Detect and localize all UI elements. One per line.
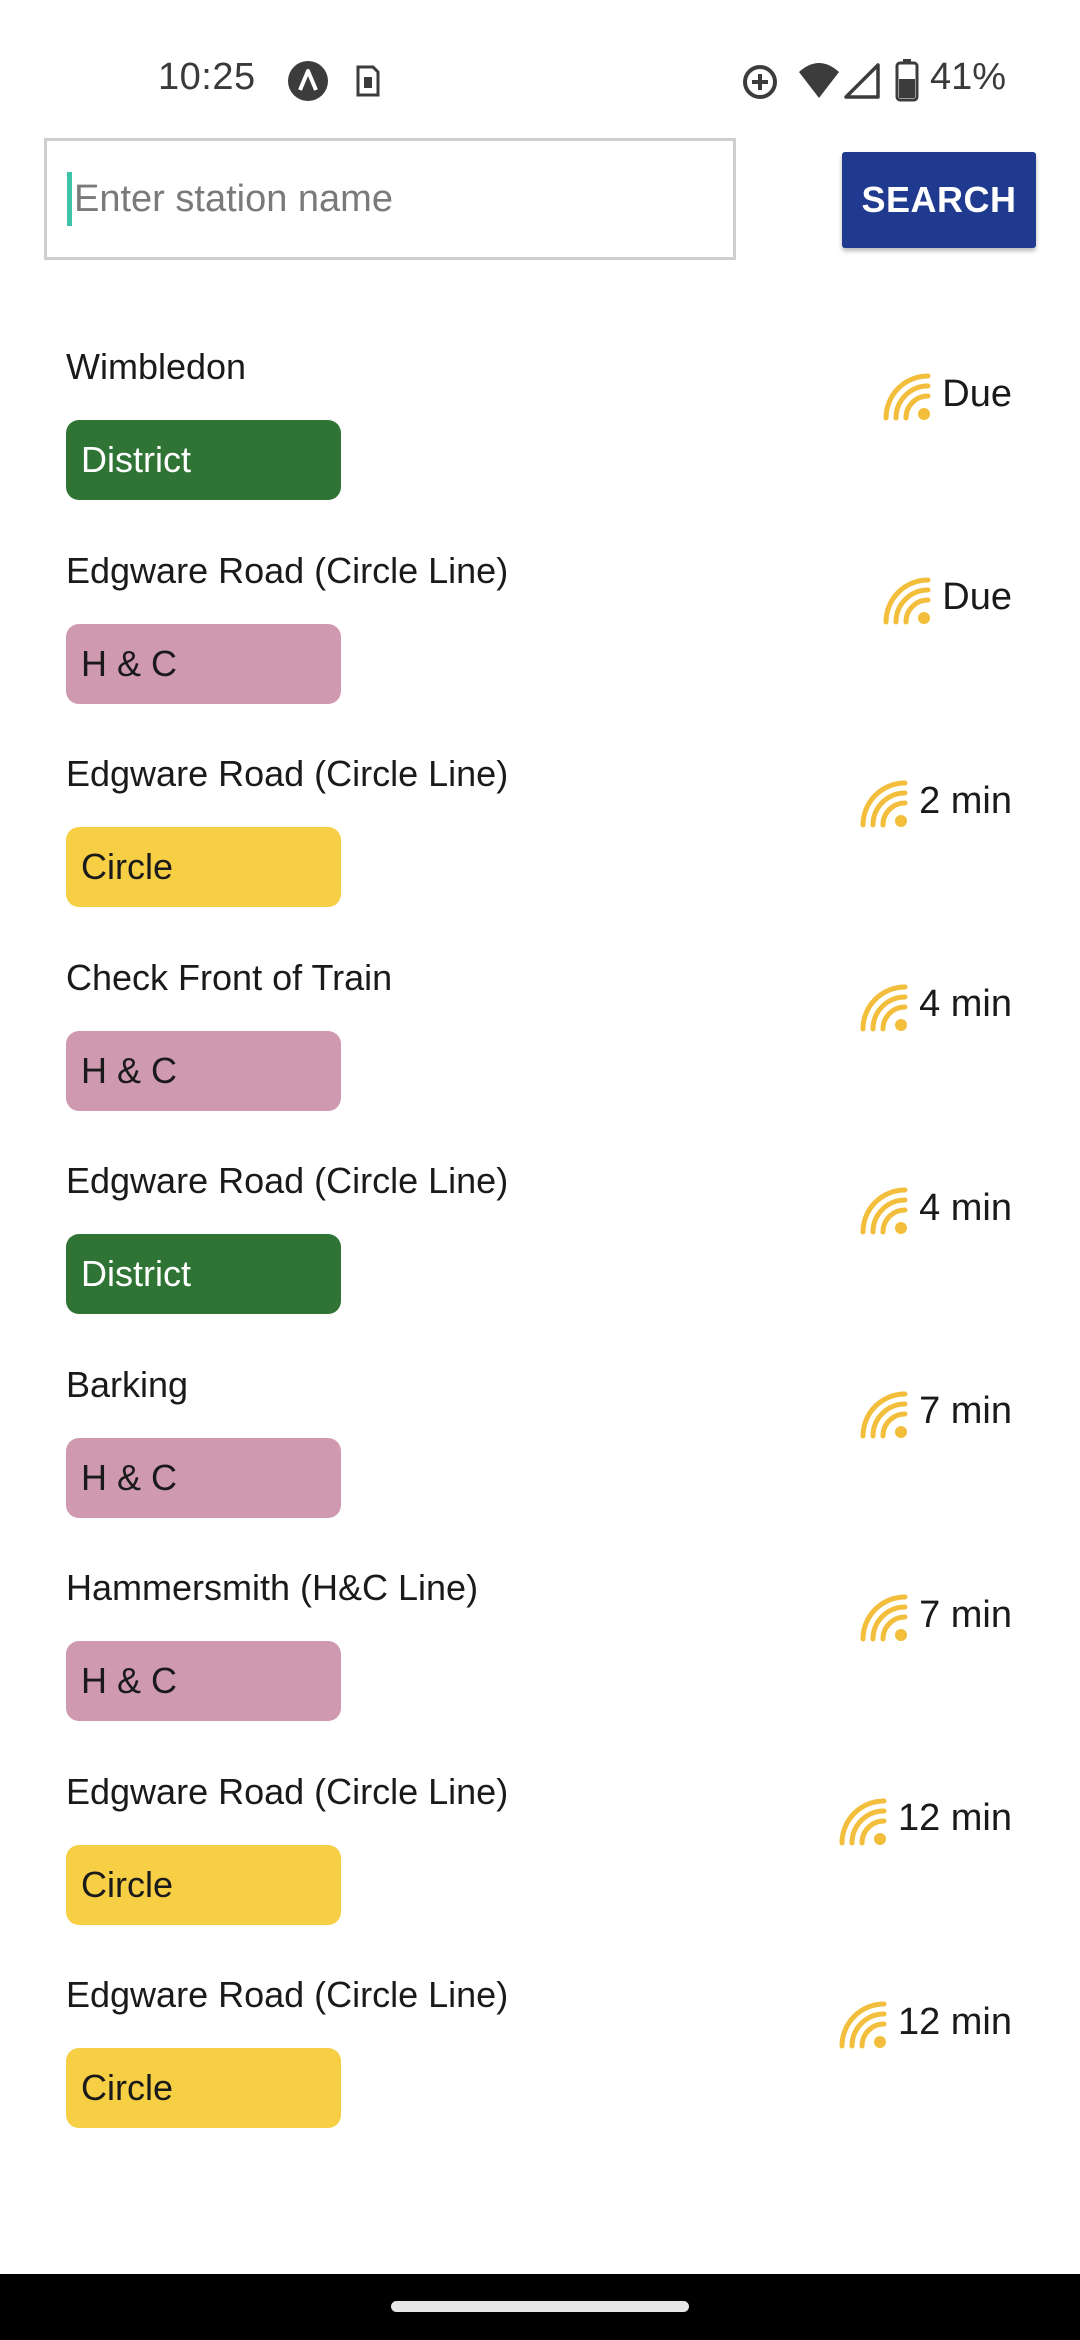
eta-text: 4 min [919, 983, 1012, 1025]
live-tracking-icon [836, 1791, 898, 1847]
line-badge: District [66, 1234, 341, 1314]
live-tracking-icon [880, 366, 942, 422]
wifi-icon [797, 60, 841, 105]
battery-percent: 41% [930, 56, 1007, 98]
eta-text: 7 min [919, 1390, 1012, 1432]
arrival-row[interactable]: Edgware Road (Circle Line) District 4 min [0, 1150, 1080, 1354]
line-badge: H & C [66, 1641, 341, 1721]
eta-text: 12 min [897, 1797, 1012, 1839]
navigation-bar [0, 2274, 1080, 2340]
cell-signal-icon [843, 62, 881, 105]
eta: 12 min [836, 1994, 1012, 2050]
search-placeholder: Enter station name [74, 177, 393, 220]
battery-icon [895, 58, 919, 107]
destination-name: Barking [66, 1363, 189, 1405]
text-cursor [67, 172, 72, 226]
arrival-row[interactable]: Wimbledon District Due [0, 336, 1080, 540]
eta-text: 12 min [897, 2000, 1012, 2043]
status-bar: 10:25 41% [0, 0, 1080, 130]
destination-name: Check Front of Train [66, 956, 393, 998]
destination-name: Edgware Road (Circle Line) [66, 1974, 509, 2015]
status-time: 10:25 [158, 56, 256, 98]
home-gesture-handle[interactable] [391, 2301, 689, 2312]
eta: Due [880, 570, 1012, 626]
destination-name: Edgware Road (Circle Line) [66, 753, 509, 794]
line-badge: District [66, 420, 341, 500]
arrival-row[interactable]: Hammersmith (H&C Line) H & C 7 min [0, 1557, 1080, 1761]
destination-name: Hammersmith (H&C Line) [66, 1567, 479, 1608]
line-badge: H & C [66, 1030, 341, 1111]
arrivals-list: Wimbledon District Due Edgware Road (Circle… [0, 336, 1080, 2168]
app-notification-icon [287, 60, 329, 107]
arrival-row[interactable]: Check Front of Train H & C 4 min [0, 947, 1080, 1151]
line-badge: Circle [66, 2048, 341, 2128]
line-badge: H & C [66, 623, 341, 704]
arrival-row[interactable]: Edgware Road (Circle Line) H & C Due [0, 540, 1080, 744]
eta: 4 min [857, 1180, 1012, 1236]
eta: 12 min [836, 1791, 1012, 1847]
station-search-input[interactable]: Enter station name [44, 138, 736, 260]
line-badge: Circle [66, 1844, 341, 1925]
live-tracking-icon [880, 570, 942, 626]
destination-name: Edgware Road (Circle Line) [66, 549, 509, 591]
eta: 7 min [857, 1384, 1012, 1440]
line-badge: Circle [66, 827, 341, 907]
eta-text: 4 min [919, 1186, 1012, 1229]
eta: Due [880, 366, 1012, 422]
destination-name: Wimbledon [66, 346, 247, 387]
eta-text: Due [942, 576, 1012, 618]
eta: 2 min [857, 773, 1012, 829]
live-tracking-icon [857, 1587, 919, 1643]
live-tracking-icon [857, 977, 919, 1033]
live-tracking-icon [857, 773, 919, 829]
arrival-row[interactable]: Edgware Road (Circle Line) Circle 2 min [0, 743, 1080, 947]
line-badge: H & C [66, 1437, 341, 1518]
eta: 4 min [857, 977, 1012, 1033]
eta: 7 min [857, 1587, 1012, 1643]
destination-name: Edgware Road (Circle Line) [66, 1770, 509, 1812]
arrival-row[interactable]: Edgware Road (Circle Line) Circle 12 min [0, 1761, 1080, 1965]
destination-name: Edgware Road (Circle Line) [66, 1160, 509, 1201]
live-tracking-icon [836, 1994, 898, 2050]
eta-text: 2 min [919, 779, 1012, 822]
search-button[interactable]: SEARCH [842, 152, 1036, 248]
live-tracking-icon [857, 1180, 919, 1236]
eta-text: 7 min [919, 1593, 1012, 1636]
eta-text: Due [942, 372, 1012, 415]
arrival-row[interactable]: Edgware Road (Circle Line) Circle 12 min [0, 1964, 1080, 2168]
sim-card-icon [355, 64, 381, 103]
live-tracking-icon [857, 1384, 919, 1440]
arrival-row[interactable]: Barking H & C 7 min [0, 1354, 1080, 1558]
data-saver-icon [740, 62, 780, 107]
